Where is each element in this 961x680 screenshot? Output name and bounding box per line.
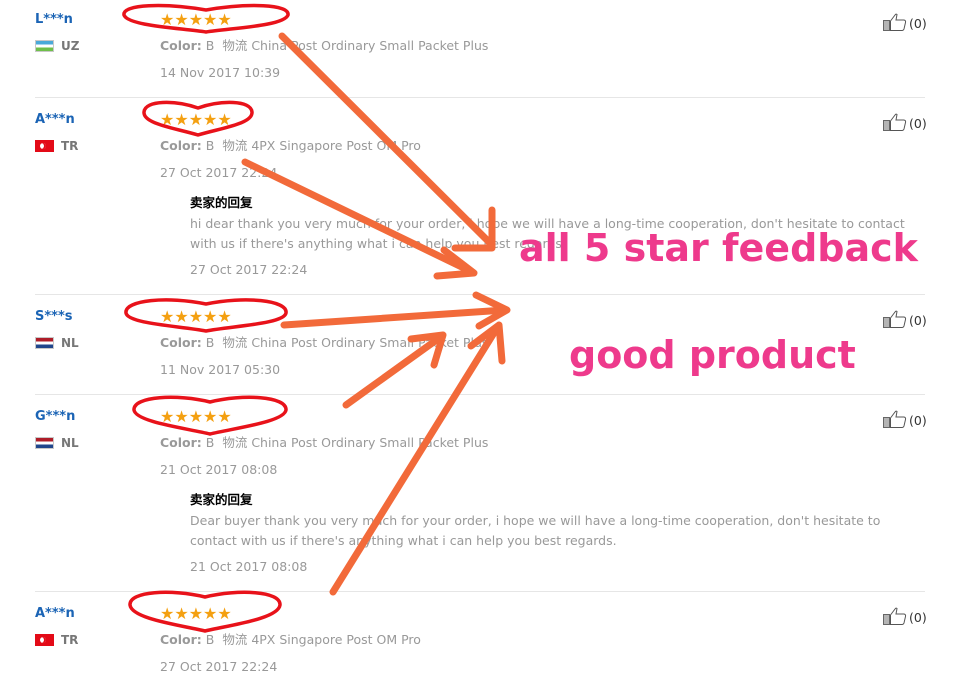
star-rating: ★★★★★ <box>160 10 232 29</box>
shipping-value: China Post Ordinary Small Packet Plus <box>251 38 489 53</box>
shipping-value: China Post Ordinary Small Packet Plus <box>251 335 489 350</box>
country-code: TR <box>61 633 79 647</box>
color-label: Color: <box>160 632 202 647</box>
seller-reply-text: Dear buyer thank you very much for your … <box>190 513 881 548</box>
country-code: TR <box>61 139 79 153</box>
flag-nl-icon <box>35 437 54 449</box>
annotation-headline: all 5 star feedback <box>519 226 918 270</box>
divider <box>35 97 925 98</box>
shipping-value: 4PX Singapore Post OM Pro <box>251 138 421 153</box>
buyer-country: NL <box>35 336 79 350</box>
thumbs-up-icon <box>883 310 907 328</box>
helpful-button[interactable]: (0) <box>883 607 927 625</box>
star-rating: ★★★★★ <box>160 407 232 426</box>
buyer-name[interactable]: A***n <box>35 112 75 127</box>
seller-reply-title: 卖家的回复 <box>190 492 253 507</box>
star-rating: ★★★★★ <box>160 604 232 623</box>
shipping-label: 物流 <box>222 138 248 153</box>
helpful-button[interactable]: (0) <box>883 13 927 31</box>
helpful-count: (0) <box>909 16 927 31</box>
buyer-name[interactable]: L***n <box>35 12 73 27</box>
seller-reply-date: 21 Oct 2017 08:08 <box>190 559 308 574</box>
arrow-line <box>280 306 509 329</box>
divider <box>35 394 925 395</box>
buyer-name[interactable]: A***n <box>35 606 75 621</box>
helpful-button[interactable]: (0) <box>883 410 927 428</box>
review-date: 14 Nov 2017 10:39 <box>160 65 281 80</box>
color-label: Color: <box>160 435 202 450</box>
order-info: Color: B 物流 China Post Ordinary Small Pa… <box>160 35 488 54</box>
flag-nl-icon <box>35 337 54 349</box>
flag-tr-icon <box>35 634 54 646</box>
country-code: NL <box>61 336 79 350</box>
review-date: 21 Oct 2017 08:08 <box>160 462 278 477</box>
review-date: 27 Oct 2017 22:24 <box>160 659 278 674</box>
buyer-country: TR <box>35 633 78 647</box>
buyer-country: TR <box>35 139 78 153</box>
shipping-label: 物流 <box>222 435 248 450</box>
divider <box>35 294 925 295</box>
buyer-name[interactable]: G***n <box>35 409 75 424</box>
color-value: B <box>205 335 215 350</box>
buyer-name[interactable]: S***s <box>35 309 73 324</box>
order-info: Color: B 物流 China Post Ordinary Small Pa… <box>160 432 488 451</box>
color-label: Color: <box>160 335 202 350</box>
buyer-country: NL <box>35 436 79 450</box>
shipping-value: 4PX Singapore Post OM Pro <box>251 632 421 647</box>
star-rating: ★★★★★ <box>160 110 232 129</box>
review-date: 27 Oct 2017 22:24 <box>160 165 278 180</box>
thumbs-up-icon <box>883 13 907 31</box>
thumbs-up-icon <box>883 410 907 428</box>
flag-tr-icon <box>35 140 54 152</box>
flag-uz-icon <box>35 40 54 52</box>
color-value: B <box>205 435 215 450</box>
shipping-label: 物流 <box>222 335 248 350</box>
country-code: UZ <box>61 39 80 53</box>
review-date: 11 Nov 2017 05:30 <box>160 362 281 377</box>
annotation-subline: good product <box>569 333 856 377</box>
buyer-country: UZ <box>35 39 79 53</box>
arrow-line <box>472 291 511 330</box>
helpful-count: (0) <box>909 610 927 625</box>
order-info: Color: B 物流 4PX Singapore Post OM Pro <box>160 629 421 648</box>
shipping-value: China Post Ordinary Small Packet Plus <box>251 435 489 450</box>
color-label: Color: <box>160 38 202 53</box>
helpful-count: (0) <box>909 313 927 328</box>
arrow-line <box>329 324 501 596</box>
helpful-button[interactable]: (0) <box>883 310 927 328</box>
shipping-label: 物流 <box>222 38 248 53</box>
color-value: B <box>205 138 215 153</box>
divider <box>35 591 925 592</box>
star-rating: ★★★★★ <box>160 307 232 326</box>
seller-reply-date: 27 Oct 2017 22:24 <box>190 262 308 277</box>
shipping-label: 物流 <box>222 632 248 647</box>
helpful-button[interactable]: (0) <box>883 113 927 131</box>
order-info: Color: B 物流 China Post Ordinary Small Pa… <box>160 332 488 351</box>
thumbs-up-icon <box>883 113 907 131</box>
helpful-count: (0) <box>909 116 927 131</box>
thumbs-up-icon <box>883 607 907 625</box>
order-info: Color: B 物流 4PX Singapore Post OM Pro <box>160 135 421 154</box>
color-value: B <box>205 38 215 53</box>
country-code: NL <box>61 436 79 450</box>
color-value: B <box>205 632 215 647</box>
seller-reply-title: 卖家的回复 <box>190 195 253 210</box>
color-label: Color: <box>160 138 202 153</box>
helpful-count: (0) <box>909 413 927 428</box>
